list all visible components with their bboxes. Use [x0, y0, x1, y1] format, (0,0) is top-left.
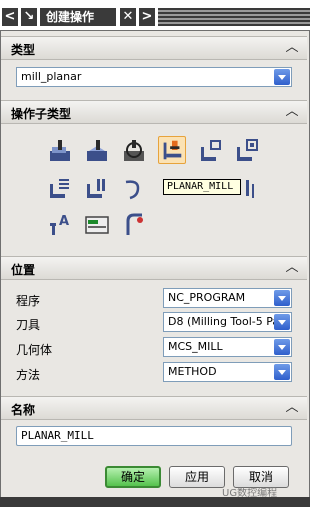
section-name-header[interactable]: 名称 ︿: [1, 396, 307, 420]
chevron-down-icon[interactable]: [274, 69, 290, 85]
pin-icon[interactable]: ↘: [21, 8, 37, 26]
apply-button[interactable]: 应用: [169, 466, 225, 488]
section-subtype-header[interactable]: 操作子类型 ︿: [1, 100, 307, 124]
chevron-down-icon[interactable]: [274, 339, 290, 355]
tooltip: PLANAR_MILL: [163, 179, 241, 195]
mill-user-icon[interactable]: [120, 211, 148, 239]
mill-control-icon[interactable]: [83, 211, 111, 239]
finish-walls-icon[interactable]: [46, 174, 74, 202]
forward-button[interactable]: >: [139, 8, 155, 26]
geometry-label: 几何体: [16, 343, 53, 357]
method-dropdown-value: METHOD: [168, 365, 217, 378]
tool-dropdown[interactable]: D8 (Milling Tool-5 Pa: [163, 312, 292, 332]
section-type-header[interactable]: 类型 ︿: [1, 36, 307, 60]
type-dropdown-value: mill_planar: [21, 70, 82, 83]
close-button[interactable]: ✕: [120, 8, 136, 26]
title-bar-drag-area[interactable]: [158, 8, 310, 26]
chevron-down-icon[interactable]: [274, 364, 290, 380]
thread-milling-icon[interactable]: [242, 174, 270, 202]
chevron-down-icon[interactable]: [274, 290, 290, 306]
planar-profile-icon[interactable]: [197, 137, 225, 165]
face-milling-manual-icon[interactable]: [120, 137, 148, 165]
section-type-label: 类型: [11, 43, 36, 57]
operation-name-input[interactable]: PLANAR_MILL: [16, 426, 292, 446]
back-button[interactable]: <: [2, 8, 18, 26]
tool-dropdown-value: D8 (Milling Tool-5 Pa: [168, 315, 280, 328]
planar-mill-icon[interactable]: [158, 136, 186, 164]
section-location-header[interactable]: 位置 ︿: [1, 256, 307, 280]
section-name-label: 名称: [11, 403, 36, 417]
planar-text-icon[interactable]: A: [46, 211, 74, 239]
ok-button[interactable]: 确定: [105, 466, 161, 488]
clean-up-corners-icon[interactable]: [233, 137, 261, 165]
dialog-title: 创建操作: [40, 8, 116, 26]
method-label: 方法: [16, 368, 41, 382]
face-milling-area-icon[interactable]: [46, 137, 74, 165]
program-dropdown[interactable]: NC_PROGRAM: [163, 288, 292, 308]
section-location-label: 位置: [11, 263, 36, 277]
geometry-dropdown-value: MCS_MILL: [168, 340, 223, 353]
title-bar: < ↘ 创建操作 ✕ >: [0, 0, 310, 30]
finish-floor-icon[interactable]: [83, 174, 111, 202]
tool-label: 刀具: [16, 318, 41, 332]
section-subtype-label: 操作子类型: [11, 107, 72, 121]
type-dropdown[interactable]: mill_planar: [16, 67, 292, 87]
program-dropdown-value: NC_PROGRAM: [168, 291, 246, 304]
face-milling-icon[interactable]: [83, 137, 111, 165]
program-label: 程序: [16, 294, 41, 308]
hole-milling-icon[interactable]: [120, 174, 148, 202]
method-dropdown[interactable]: METHOD: [163, 362, 292, 382]
svg-text:A: A: [59, 214, 69, 229]
collapse-type-icon[interactable]: ︿: [283, 39, 301, 57]
chevron-down-icon[interactable]: [274, 314, 290, 330]
collapse-name-icon[interactable]: ︿: [283, 399, 301, 417]
collapse-location-icon[interactable]: ︿: [283, 259, 301, 277]
geometry-dropdown[interactable]: MCS_MILL: [163, 337, 292, 357]
collapse-subtype-icon[interactable]: ︿: [283, 103, 301, 121]
bottom-strip: [0, 497, 310, 507]
